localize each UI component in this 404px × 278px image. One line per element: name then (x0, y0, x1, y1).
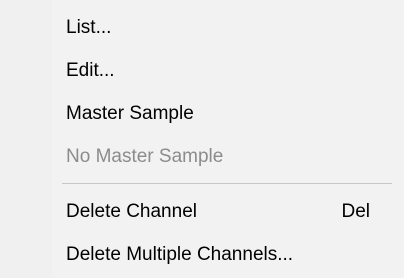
menu-item-label: Delete Multiple Channels... (66, 244, 294, 265)
menu-item-label: Master Sample (66, 103, 194, 124)
menu-item-list[interactable]: List... (52, 6, 404, 50)
menu-item-label: Edit... (66, 60, 115, 81)
menu-separator (62, 183, 392, 184)
menu-icon-gutter (0, 0, 52, 278)
menu-item-label: Delete Channel (66, 201, 197, 222)
menu-item-label: No Master Sample (66, 146, 224, 167)
menu-item-shortcut: Del (341, 201, 370, 222)
menu-item-delete-multiple-channels[interactable]: Delete Multiple Channels... (52, 233, 404, 277)
context-menu: List... Edit... Master Sample No Master … (0, 0, 404, 278)
menu-item-no-master-sample: No Master Sample (52, 135, 404, 179)
menu-item-master-sample[interactable]: Master Sample (52, 92, 404, 136)
menu-item-delete-channel[interactable]: Delete Channel Del (52, 190, 404, 234)
menu-item-edit[interactable]: Edit... (52, 49, 404, 93)
menu-item-label: List... (66, 17, 112, 38)
